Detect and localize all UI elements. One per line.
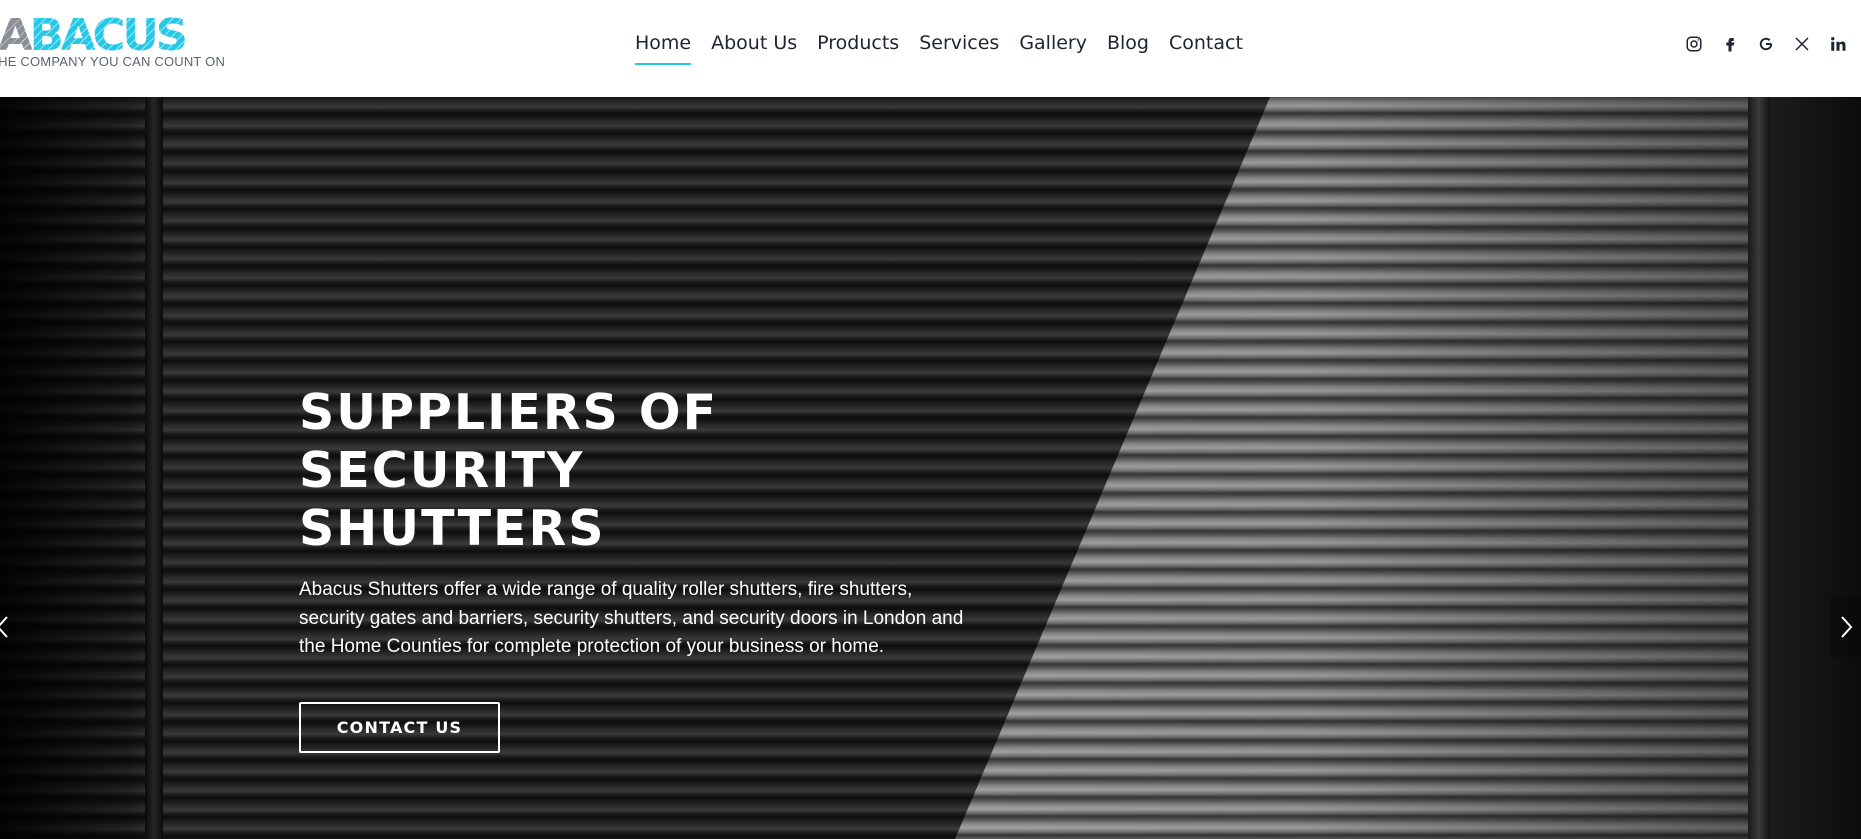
hero-title: SUPPLIERS OF SECURITY SHUTTERS (299, 384, 999, 558)
slider-prev-button[interactable] (0, 597, 18, 657)
logo-tagline: THE COMPANY YOU CAN COUNT ON (0, 54, 226, 69)
hero-description: Abacus Shutters offer a wide range of qu… (299, 579, 964, 657)
slider-next-button[interactable] (1831, 597, 1861, 657)
hero-left-shade (0, 97, 160, 839)
linkedin-icon[interactable] (1827, 33, 1849, 55)
hero-content: SUPPLIERS OF SECURITY SHUTTERS Abacus Sh… (299, 384, 999, 753)
chevron-right-icon (1841, 616, 1853, 638)
hero-title-line-1: SUPPLIERS OF SECURITY (299, 384, 719, 499)
site-header: ABACUS THE COMPANY YOU CAN COUNT ON Home… (0, 0, 1861, 97)
nav-item-services[interactable]: Services (909, 30, 1009, 60)
chevron-left-icon (0, 616, 8, 638)
hero-right-shade (1770, 97, 1861, 839)
shutter-frame-right (1748, 97, 1770, 839)
shutter-frame-left (145, 97, 163, 839)
hero-slider: SUPPLIERS OF SECURITY SHUTTERS Abacus Sh… (0, 97, 1861, 839)
nav-item-about-us[interactable]: About Us (701, 30, 807, 60)
x-icon[interactable] (1791, 33, 1813, 55)
nav-item-home[interactable]: Home (625, 30, 701, 65)
hero-title-line-2: SHUTTERS (299, 500, 606, 557)
instagram-icon[interactable] (1683, 33, 1705, 55)
contact-us-button[interactable]: CONTACT US (299, 701, 500, 753)
main-navigation: Home About Us Products Services Gallery … (625, 30, 1253, 65)
company-logo[interactable]: ABACUS THE COMPANY YOU CAN COUNT ON (0, 10, 240, 72)
nav-item-contact[interactable]: Contact (1159, 30, 1253, 60)
nav-item-blog[interactable]: Blog (1097, 30, 1159, 60)
google-icon[interactable] (1755, 33, 1777, 55)
facebook-icon[interactable] (1719, 33, 1741, 55)
logo-wordmark: ABACUS (0, 10, 188, 61)
nav-item-products[interactable]: Products (807, 30, 909, 60)
social-links (1683, 33, 1849, 55)
nav-item-gallery[interactable]: Gallery (1009, 30, 1097, 60)
